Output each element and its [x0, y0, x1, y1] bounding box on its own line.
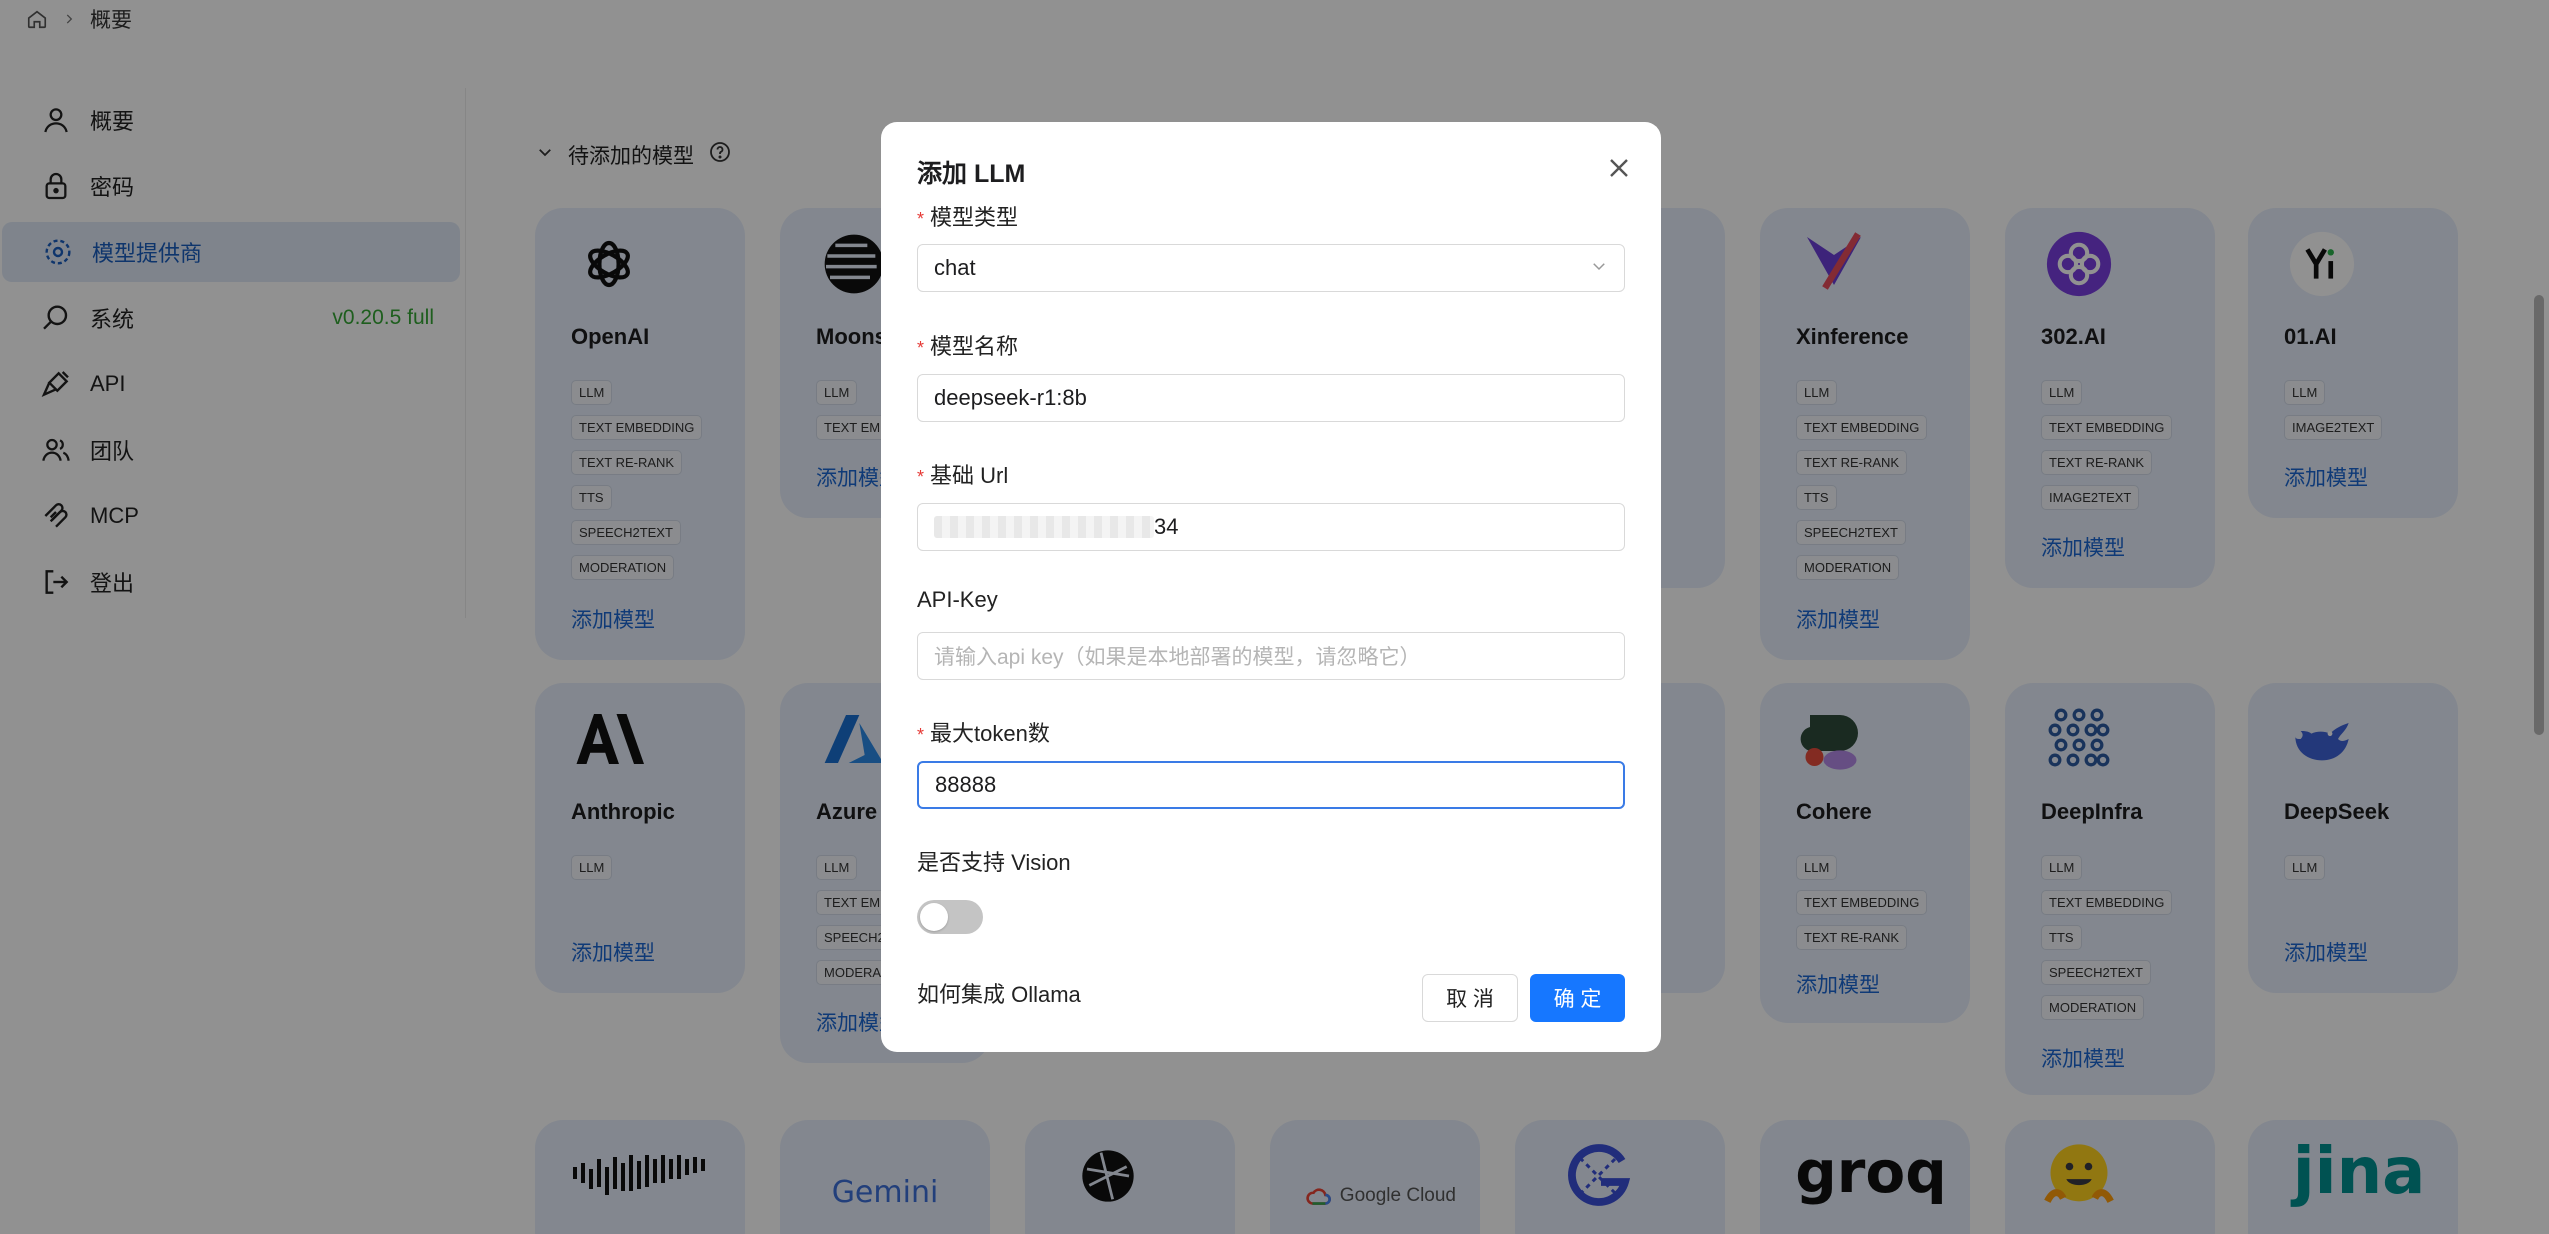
vision-label: 是否支持 Vision — [917, 850, 1071, 875]
api-key-label: API-Key — [917, 587, 998, 612]
model-name-label: * 模型名称 — [917, 334, 1019, 359]
model-type-value: chat — [934, 255, 976, 280]
cancel-button[interactable]: 取 消 — [1422, 974, 1518, 1022]
ollama-help-link[interactable]: 如何集成 Ollama — [917, 977, 1081, 1009]
redacted-url — [934, 516, 1154, 538]
confirm-button[interactable]: 确 定 — [1530, 974, 1625, 1022]
max-tokens-input[interactable]: 88888 — [917, 761, 1625, 809]
modal-title: 添加 LLM — [917, 160, 1026, 188]
add-llm-modal: 添加 LLM * 模型类型 chat * 模型名称 deepseek-r1:8b *… — [881, 122, 1661, 1052]
vision-toggle[interactable] — [917, 900, 983, 934]
max-tokens-label: * 最大token数 — [917, 721, 1050, 746]
base-url-suffix: 34 — [1154, 514, 1179, 539]
base-url-label: * 基础 Url — [917, 463, 1009, 488]
toggle-knob — [920, 903, 948, 931]
chevron-down-icon — [1590, 255, 1608, 281]
api-key-input[interactable]: 请输入api key（如果是本地部署的模型，请忽略它） — [917, 632, 1625, 680]
model-name-input[interactable]: deepseek-r1:8b — [917, 374, 1625, 422]
close-icon[interactable] — [1603, 152, 1635, 184]
base-url-input[interactable]: 34 — [917, 503, 1625, 551]
model-type-select[interactable]: chat — [917, 244, 1625, 292]
model-type-label: * 模型类型 — [917, 205, 1019, 230]
